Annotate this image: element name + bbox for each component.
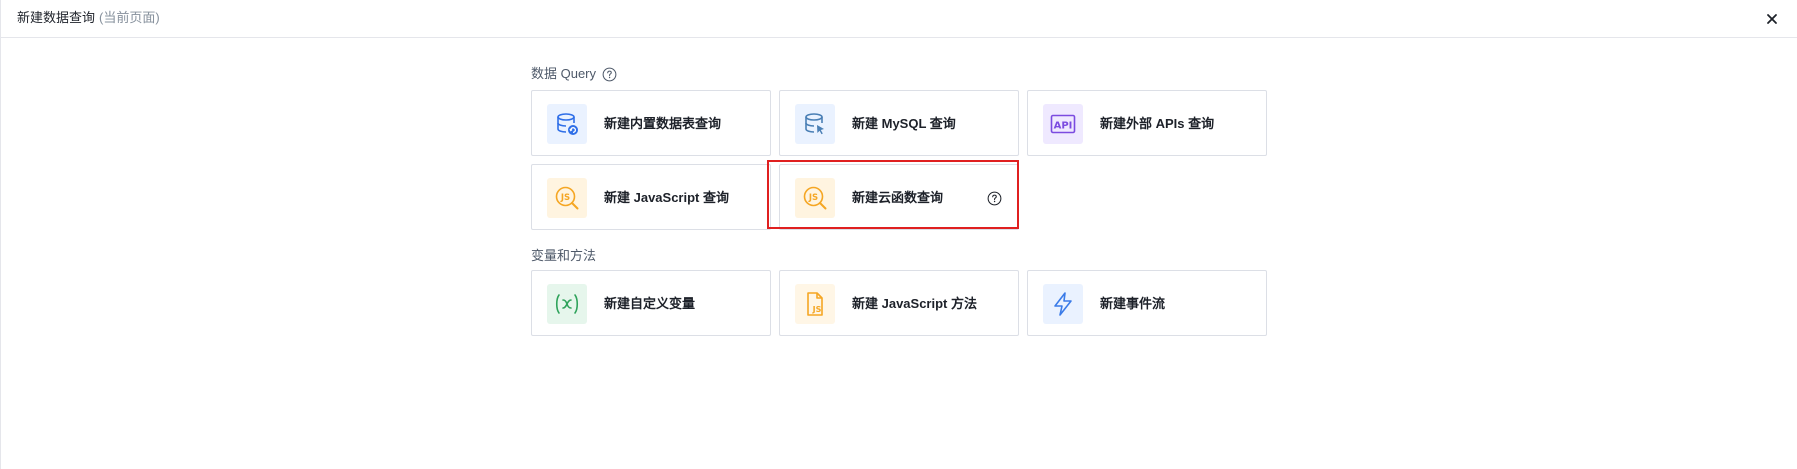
database-refresh-icon	[557, 113, 578, 135]
card-cloud-function-query[interactable]: JS 新建云函数查询	[779, 164, 1019, 230]
new-data-query-dialog: 新建数据查询 (当前页面) 数据 Query 新建内置数据表查询 新建 MySQ…	[0, 0, 1797, 469]
card-icon-box	[547, 104, 587, 144]
section-label-data-query: 数据 Query	[531, 66, 617, 82]
card-icon-box	[795, 104, 835, 144]
section-label-text: 数据 Query	[531, 66, 597, 81]
card-icon-box	[1043, 284, 1083, 324]
js-file-icon: JS	[807, 292, 823, 316]
section-label-vars-methods: 变量和方法	[531, 248, 596, 264]
card-label: 新建 MySQL 查询	[852, 116, 956, 131]
card-label: 新建内置数据表查询	[604, 116, 722, 131]
card-label: 新建云函数查询	[852, 190, 944, 205]
question-circle-icon[interactable]	[602, 67, 617, 82]
dialog-header: 新建数据查询 (当前页面)	[1, 0, 1797, 38]
card-custom-variable[interactable]: 新建自定义变量	[531, 270, 771, 336]
card-builtin-table-query[interactable]: 新建内置数据表查询	[531, 90, 771, 156]
svg-text:JS: JS	[812, 305, 822, 314]
js-search-icon: JS	[803, 186, 827, 210]
card-label: 新建 JavaScript 方法	[852, 296, 977, 311]
card-label: 新建 JavaScript 查询	[604, 190, 729, 205]
card-label: 新建事件流	[1100, 296, 1166, 311]
card-label: 新建外部 APIs 查询	[1100, 116, 1215, 131]
card-label: 新建自定义变量	[604, 296, 696, 311]
card-event-flow[interactable]: 新建事件流	[1027, 270, 1267, 336]
card-icon-box: JS	[795, 178, 835, 218]
dialog-subtitle: (当前页面)	[99, 10, 160, 25]
dialog-title: 新建数据查询 (当前页面)	[17, 10, 160, 26]
question-circle-icon[interactable]	[987, 191, 1002, 206]
card-external-api-query[interactable]: API 新建外部 APIs 查询	[1027, 90, 1267, 156]
card-javascript-query[interactable]: JS 新建 JavaScript 查询	[531, 164, 771, 230]
card-icon-box: JS	[547, 178, 587, 218]
database-cursor-icon	[805, 113, 824, 135]
close-icon	[1767, 14, 1777, 24]
section-label-text: 变量和方法	[531, 248, 597, 263]
card-icon-box	[547, 284, 587, 324]
svg-text:JS: JS	[560, 193, 570, 203]
svg-text:API: API	[1054, 121, 1073, 132]
card-javascript-method[interactable]: JS 新建 JavaScript 方法	[779, 270, 1019, 336]
variable-x-icon	[555, 294, 579, 314]
lightning-icon	[1054, 292, 1072, 316]
api-icon: API	[1050, 114, 1076, 134]
dialog-title-text: 新建数据查询	[17, 10, 96, 25]
card-icon-box: API	[1043, 104, 1083, 144]
card-icon-box: JS	[795, 284, 835, 324]
card-mysql-query[interactable]: 新建 MySQL 查询	[779, 90, 1019, 156]
close-button[interactable]	[1762, 9, 1782, 29]
js-search-icon: JS	[555, 186, 579, 210]
svg-text:JS: JS	[808, 193, 818, 203]
